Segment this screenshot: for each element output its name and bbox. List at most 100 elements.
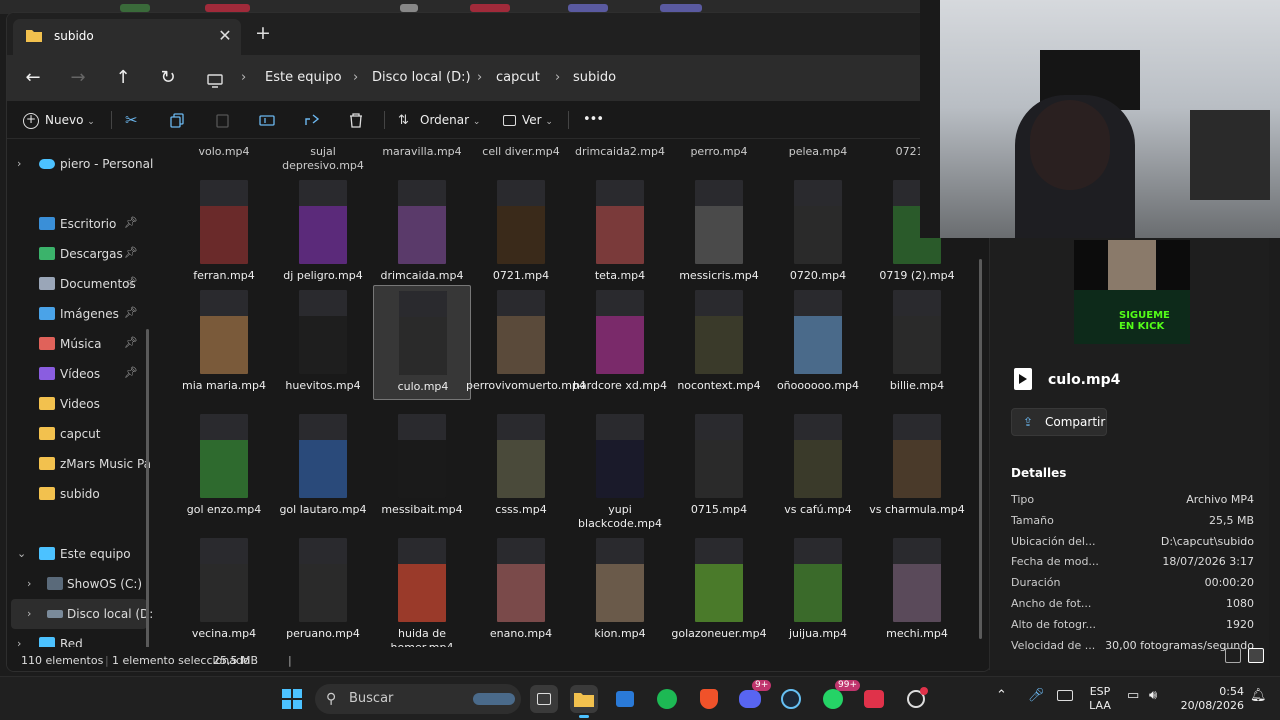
file-item[interactable]: drimcaida.mp4 — [373, 175, 471, 290]
settings-button[interactable] — [902, 685, 930, 713]
file-item[interactable]: yupi blackcode.mp4 — [571, 409, 669, 530]
app-button[interactable] — [860, 685, 888, 713]
sidebar-item-im-genes[interactable]: Imágenes 📌︎ — [7, 299, 157, 329]
sidebar-item-m-sica[interactable]: Música 📌︎ — [7, 329, 157, 359]
sidebar-item-v-deos[interactable]: Vídeos 📌︎ — [7, 359, 157, 389]
start-button[interactable] — [278, 685, 306, 713]
file-item[interactable]: billie.mp4 — [868, 285, 966, 400]
sidebar-item-drive-d[interactable]: › Disco local (D: — [11, 599, 153, 629]
copy-button[interactable] — [170, 106, 185, 134]
webcam-overlay — [920, 0, 1280, 238]
file-item[interactable]: messibait.mp4 — [373, 409, 471, 524]
file-item[interactable]: 0720.mp4 — [769, 175, 867, 290]
large-icons-view-toggle[interactable] — [1248, 648, 1264, 663]
sidebar-item-capcut[interactable]: capcut — [7, 419, 157, 449]
sidebar-item-descargas[interactable]: Descargas 📌︎ — [7, 239, 157, 269]
delete-button[interactable] — [349, 106, 363, 134]
chevron-up-icon[interactable]: ⌃ — [996, 689, 1007, 703]
task-view-button[interactable] — [530, 685, 558, 713]
partial-file-name[interactable]: volo.mp4 — [169, 145, 279, 159]
share-button[interactable] — [304, 106, 320, 134]
partial-file-name[interactable]: drimcaida2.mp4 — [565, 145, 675, 159]
network-icon[interactable]: ▭ — [1127, 689, 1139, 703]
thumbnail-frame — [299, 206, 347, 264]
file-item[interactable]: golazoneuer.mp4 — [670, 533, 768, 647]
sidebar-item-onedrive[interactable]: › piero - Personal — [7, 149, 157, 179]
breadcrumb-subido[interactable]: subido — [573, 70, 616, 85]
file-item[interactable]: kion.mp4 — [571, 533, 669, 647]
brave-button[interactable] — [695, 685, 723, 713]
file-item[interactable]: nocontext.mp4 — [670, 285, 768, 400]
notification-bell-icon[interactable]: 🔔︎ — [1250, 689, 1267, 703]
partial-file-name[interactable]: maravilla.mp4 — [367, 145, 477, 159]
file-item[interactable]: hardcore xd.mp4 — [571, 285, 669, 400]
file-item[interactable]: oñoooooo.mp4 — [769, 285, 867, 400]
new-tab-button[interactable]: + — [251, 22, 275, 46]
content-scrollbar[interactable] — [979, 259, 982, 639]
volume-icon[interactable]: 🔊︎ — [1149, 689, 1157, 703]
file-item[interactable]: ferran.mp4 — [175, 175, 273, 290]
close-tab-icon[interactable]: ✕ — [215, 24, 235, 48]
sort-button[interactable]: ⇅ Ordenar ⌄ — [398, 106, 480, 134]
file-item[interactable]: messicris.mp4 — [670, 175, 768, 290]
spotify-button[interactable] — [653, 685, 681, 713]
breadcrumb-este-equipo[interactable]: Este equipo — [265, 70, 342, 85]
microphone-icon[interactable]: 🎤︎ — [1028, 689, 1045, 703]
new-button[interactable]: + Nuevo ⌄ — [23, 106, 95, 134]
sidebar-item-this-pc[interactable]: ⌄ Este equipo — [7, 539, 157, 569]
partial-file-name[interactable]: pelea.mp4 — [763, 145, 873, 159]
back-button[interactable]: ← — [18, 63, 48, 93]
rename-button[interactable] — [259, 106, 275, 134]
file-item[interactable]: perrovivomuerto.mp4 — [466, 285, 586, 400]
keyboard-icon[interactable] — [1057, 690, 1073, 701]
file-item[interactable]: vecina.mp4 — [175, 533, 273, 647]
file-item[interactable]: gol enzo.mp4 — [175, 409, 273, 524]
discord-button[interactable]: 9+ — [736, 680, 772, 713]
sidebar-item-subido[interactable]: subido — [7, 479, 157, 509]
details-view-toggle[interactable] — [1225, 648, 1241, 663]
file-item[interactable]: culo.mp4 — [373, 285, 471, 400]
sidebar-item-zmars-music-pa[interactable]: zMars Music Pa — [7, 449, 157, 479]
sidebar-item-videos[interactable]: Videos — [7, 389, 157, 419]
view-button[interactable]: Ver ⌄ — [503, 106, 553, 134]
file-item[interactable]: huevitos.mp4 — [274, 285, 372, 400]
sidebar-item-escritorio[interactable]: Escritorio 📌︎ — [7, 209, 157, 239]
steam-button[interactable] — [777, 685, 805, 713]
cut-button[interactable]: ✂ — [125, 106, 138, 134]
file-item[interactable]: csss.mp4 — [472, 409, 570, 524]
forward-button[interactable]: → — [63, 63, 93, 93]
file-item[interactable]: vs cafú.mp4 — [769, 409, 867, 524]
paste-button[interactable] — [215, 106, 230, 134]
file-item[interactable]: enano.mp4 — [472, 533, 570, 647]
file-item[interactable]: peruano.mp4 — [274, 533, 372, 647]
file-explorer-taskbar-button[interactable] — [570, 685, 598, 718]
file-item[interactable]: juijua.mp4 — [769, 533, 867, 647]
breadcrumb-capcut[interactable]: capcut — [496, 70, 540, 85]
file-item[interactable]: 0721.mp4 — [472, 175, 570, 290]
sidebar-item-documentos[interactable]: Documentos 📌︎ — [7, 269, 157, 299]
file-item[interactable]: mechi.mp4 — [868, 533, 966, 647]
sidebar-scrollbar[interactable] — [146, 329, 149, 671]
file-item[interactable]: teta.mp4 — [571, 175, 669, 290]
file-item[interactable]: huida de homer.mp4 — [373, 533, 471, 647]
file-item[interactable]: 0715.mp4 — [670, 409, 768, 524]
file-item[interactable]: gol lautaro.mp4 — [274, 409, 372, 524]
partial-file-name[interactable]: depresivo.mp4 — [268, 159, 378, 173]
partial-file-name[interactable]: cell diver.mp4 — [466, 145, 576, 159]
store-button[interactable] — [611, 685, 639, 713]
taskbar-search[interactable]: ⚲ Buscar — [315, 684, 521, 714]
more-options-button[interactable]: ••• — [583, 106, 604, 134]
up-button[interactable]: ↑ — [108, 63, 138, 93]
file-item[interactable]: vs charmula.mp4 — [868, 409, 966, 524]
clock[interactable]: 0:54 20/08/2026 — [1176, 685, 1244, 713]
sidebar-item-drive-c[interactable]: › ShowOS (C:) — [7, 569, 157, 599]
whatsapp-button[interactable]: 99+ — [819, 680, 860, 713]
refresh-button[interactable]: ↻ — [153, 63, 183, 93]
file-item[interactable]: mia maria.mp4 — [175, 285, 273, 400]
file-item[interactable]: dj peligro.mp4 — [274, 175, 372, 290]
input-language[interactable]: ESP LAA — [1086, 685, 1114, 713]
partial-file-name[interactable]: perro.mp4 — [664, 145, 774, 159]
tab-subido[interactable]: subido ✕ — [13, 19, 241, 55]
partial-file-name[interactable]: sujal — [268, 145, 378, 159]
breadcrumb-disco-local[interactable]: Disco local (D:) — [372, 70, 471, 85]
